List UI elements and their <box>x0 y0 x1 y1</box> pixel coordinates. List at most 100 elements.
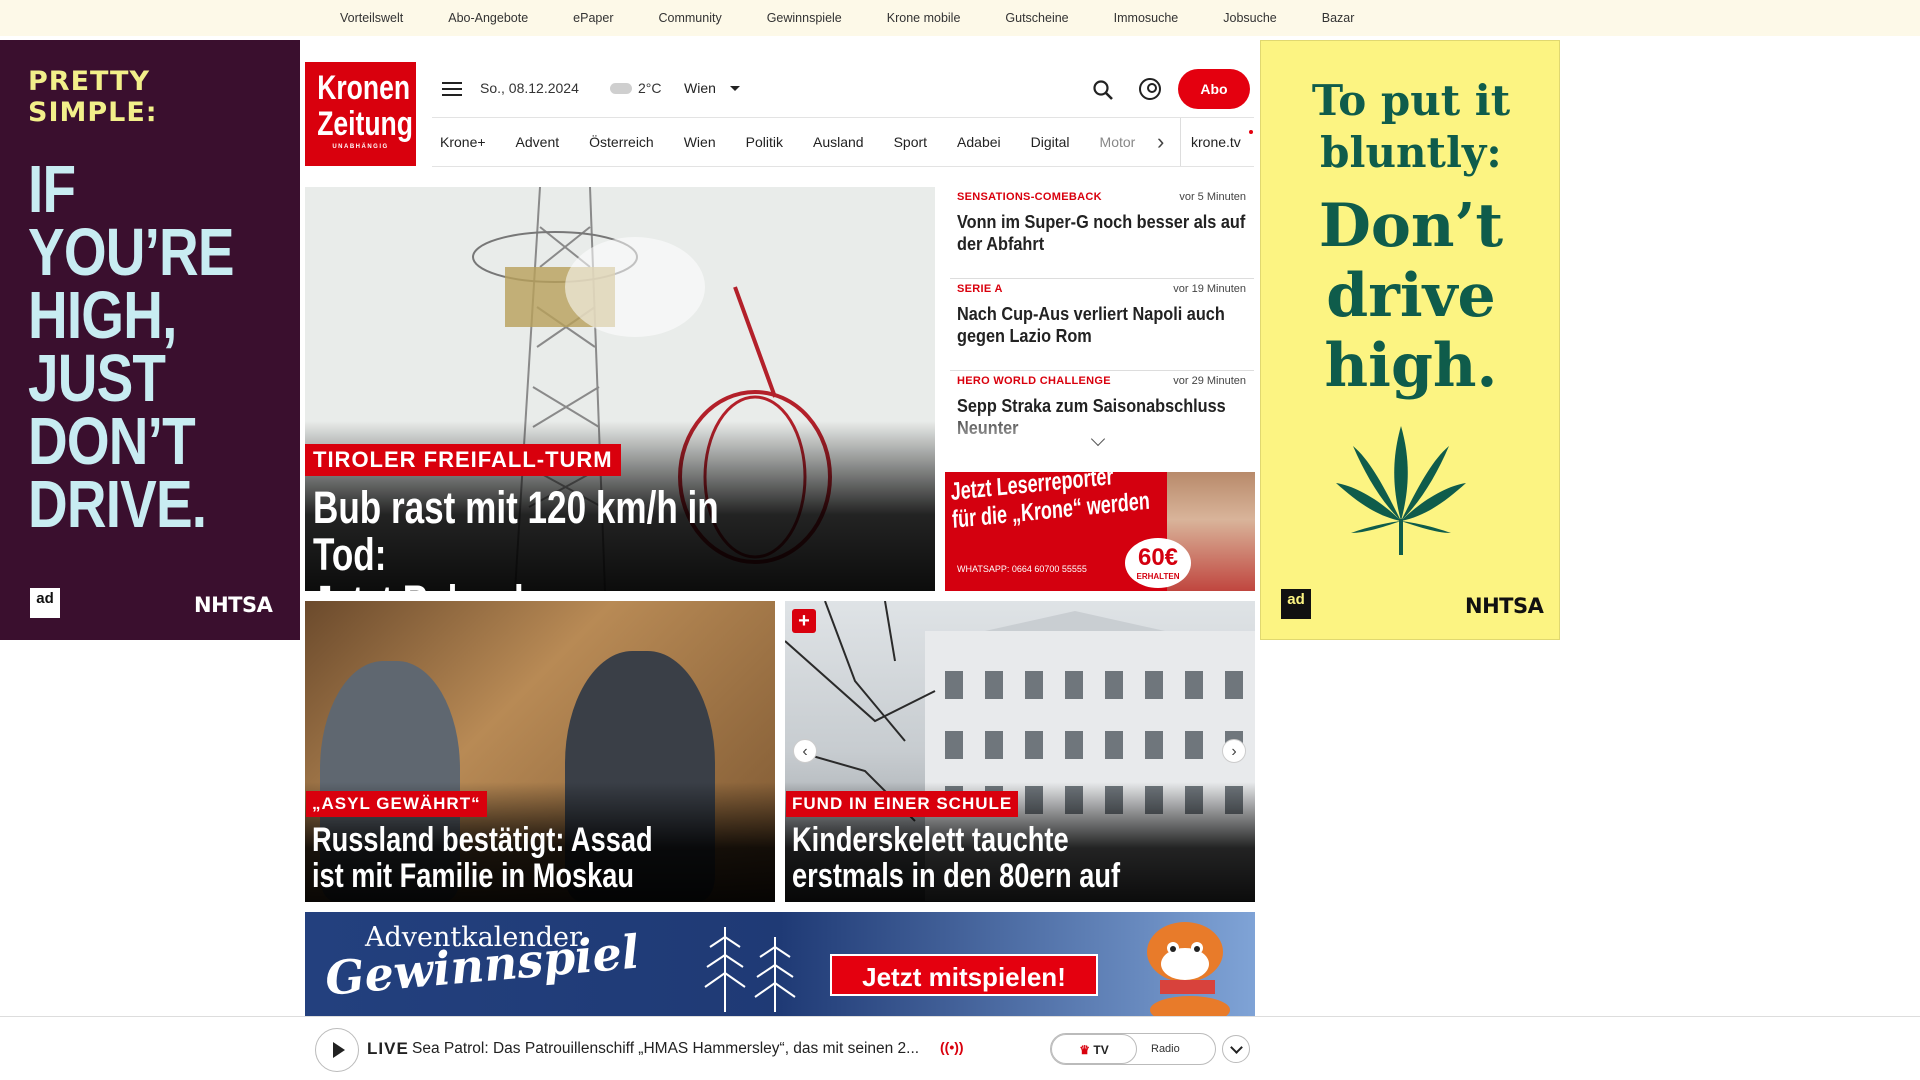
news-title: Vonn im Super-G noch besser als auf der … <box>957 211 1246 254</box>
logo-line-1: Kronen <box>317 69 411 107</box>
live-label: LIVE <box>367 1039 409 1058</box>
crown-icon: ♛ <box>1079 1043 1091 1057</box>
broadcast-icon: ((•)) <box>940 1039 964 1055</box>
card-tag: FUND IN EINER SCHULE <box>786 791 1019 817</box>
kronen-zeitung-logo[interactable]: Kronen Zeitung UNABHÄNGIG <box>305 62 416 166</box>
toplink-bazar[interactable]: Bazar <box>1322 11 1355 25</box>
ad-left-line: IF <box>28 152 76 227</box>
location-selector[interactable]: Wien <box>684 80 740 96</box>
news-time: vor 29 Minuten <box>1173 375 1246 387</box>
cannabis-leaf-icon <box>1336 426 1466 555</box>
reward-amount: 60€ <box>1137 544 1179 571</box>
ad-right-line: high. <box>1324 331 1498 401</box>
ad-council-logo: ad <box>1281 589 1311 619</box>
left-ad-banner[interactable]: PRETTY SIMPLE: IF YOU’RE HIGH, JUST DON’… <box>0 40 300 640</box>
live-player-bar: LIVE Sea Patrol: Das Patrouillenschiff „… <box>0 1016 1920 1080</box>
temperature: 2°C <box>638 80 662 96</box>
reporter-headline: Jetzt Leserreporter für die „Krone“ werd… <box>950 472 1183 534</box>
ad-right-intro: To put it bluntly: <box>1261 75 1561 179</box>
hero-headline-line: Bub rast mit 120 km/h in Tod: <box>313 482 719 580</box>
abo-button[interactable]: Abo <box>1178 69 1250 109</box>
ad-right-line: bluntly: <box>1320 128 1502 177</box>
ad-right-message: Don’t drive high. <box>1261 191 1561 401</box>
play-button[interactable] <box>315 1028 359 1072</box>
reward-badge: 60€ ERHALTEN <box>1125 538 1191 588</box>
toplink-gewinnspiele[interactable]: Gewinnspiele <box>767 11 842 25</box>
adventkalender-banner[interactable]: Adventkalender Gewinnspiel Jetzt mitspie… <box>305 912 1255 1016</box>
nav-item-advent[interactable]: Advent <box>516 134 560 150</box>
nav-item-wien[interactable]: Wien <box>684 134 716 150</box>
weather-widget[interactable]: 2°C <box>610 80 662 96</box>
toplink-jobsuche[interactable]: Jobsuche <box>1223 11 1277 25</box>
chevron-right-icon[interactable]: › <box>1157 131 1164 153</box>
search-icon[interactable] <box>1092 79 1114 101</box>
nhtsa-logo: NHTSA <box>194 593 273 617</box>
ad-council-logo: ad <box>30 588 60 618</box>
news-item[interactable]: SENSATIONS-COMEBACK vor 5 Minuten Vonn i… <box>950 187 1254 279</box>
nav-item-politik[interactable]: Politik <box>746 134 783 150</box>
card-tag: „ASYL GEWÄHRT“ <box>306 791 487 817</box>
ad-left-line: DRIVE. <box>28 467 207 542</box>
expand-player-button[interactable] <box>1222 1035 1250 1063</box>
card-headline-line: Russland bestätigt: Assad <box>312 821 653 859</box>
toplink-community[interactable]: Community <box>658 11 721 25</box>
live-program-title[interactable]: Sea Patrol: Das Patrouillenschiff „HMAS … <box>412 1040 919 1058</box>
hero-tag: TIROLER FREIFALL-TURM <box>305 444 621 476</box>
top-links-bar: Vorteilswelt Abo-Angebote ePaper Communi… <box>0 0 1920 36</box>
nav-item-digital[interactable]: Digital <box>1031 134 1070 150</box>
fox-mascot-icon <box>1147 922 1230 1016</box>
logo-line-2: Zeitung <box>317 105 413 143</box>
news-item[interactable]: SERIE A vor 19 Minuten Nach Cup-Aus verl… <box>950 279 1254 371</box>
ad-left-kicker-2: SIMPLE: <box>28 97 158 128</box>
jetzt-mitspielen-button[interactable]: Jetzt mitspielen! <box>830 954 1098 996</box>
ad-left-line: HIGH, <box>28 278 177 353</box>
toplink-immosuche[interactable]: Immosuche <box>1114 11 1179 25</box>
caret-down-icon <box>729 85 740 91</box>
ad-right-line: To put it <box>1311 76 1511 125</box>
leserreporter-ad[interactable]: Jetzt Leserreporter für die „Krone“ werd… <box>945 472 1255 591</box>
fir-trees-icon <box>704 927 796 1012</box>
whatsapp-number: WHATSAPP: 0664 60700 55555 <box>957 564 1087 574</box>
carousel-prev-button[interactable]: ‹ <box>793 739 817 763</box>
article-card-kinderskelett[interactable]: + ‹ › FUND IN EINER SCHULE Kinderskelett… <box>785 601 1255 902</box>
toplink-gutscheine[interactable]: Gutscheine <box>1005 11 1068 25</box>
card-headline-line: ist mit Familie in Moskau <box>312 857 634 895</box>
krone-plus-badge: + <box>792 609 816 633</box>
ad-right-line: drive <box>1326 261 1496 331</box>
toplink-abo-angebote[interactable]: Abo-Angebote <box>448 11 528 25</box>
card-headline-line: erstmals in den 80ern auf <box>792 857 1121 895</box>
nav-item-ausland[interactable]: Ausland <box>813 134 864 150</box>
hamburger-menu-icon[interactable] <box>442 82 462 98</box>
hero-article[interactable]: TIROLER FREIFALL-TURM Bub rast mit 120 k… <box>305 187 935 591</box>
main-navigation: Krone+ Advent Österreich Wien Politik Au… <box>432 117 1254 167</box>
tv-label: TV <box>1093 1043 1109 1057</box>
toplink-epaper[interactable]: ePaper <box>573 11 613 25</box>
logo-tagline: UNABHÄNGIG <box>332 144 389 150</box>
nav-item-oesterreich[interactable]: Österreich <box>589 134 654 150</box>
ad-left-line: YOU’RE <box>28 215 235 290</box>
ad-left-kicker-1: PRETTY <box>28 66 151 97</box>
header-bar: So., 08.12.2024 2°C Wien Abo <box>432 62 1254 117</box>
hero-headline: Bub rast mit 120 km/h in Tod: Jetzt Reko… <box>313 484 798 591</box>
nav-item-motor[interactable]: Motor <box>1100 134 1136 150</box>
toplink-vorteilswelt[interactable]: Vorteilswelt <box>340 11 403 25</box>
radio-option[interactable]: Radio <box>1151 1034 1180 1064</box>
hero-headline-line: Jetzt Rekord-Entschädigung! <box>313 578 798 591</box>
ad-left-message: IF YOU’RE HIGH, JUST DON’T DRIVE. <box>28 152 235 542</box>
right-ad-banner[interactable]: To put it bluntly: Don’t drive high. ad … <box>1260 40 1560 640</box>
nav-item-krone-plus[interactable]: Krone+ <box>440 134 486 150</box>
tv-option[interactable]: ♛ TV <box>1051 1034 1137 1064</box>
carousel-next-button[interactable]: › <box>1222 739 1246 763</box>
nav-item-adabei[interactable]: Adabei <box>957 134 1001 150</box>
cloud-icon <box>610 82 632 94</box>
ad-left-line: JUST <box>28 341 166 416</box>
news-time: vor 5 Minuten <box>1179 191 1246 203</box>
user-account-icon[interactable] <box>1139 78 1161 100</box>
toplink-krone-mobile[interactable]: Krone mobile <box>887 11 961 25</box>
tv-radio-toggle[interactable]: ♛ TV Radio <box>1050 1033 1216 1065</box>
article-card-assad[interactable]: „ASYL GEWÄHRT“ Russland bestätigt: Assad… <box>305 601 775 902</box>
nav-item-sport[interactable]: Sport <box>894 134 927 150</box>
current-date: So., 08.12.2024 <box>480 80 579 96</box>
nav-item-krone-tv[interactable]: krone.tv <box>1180 118 1241 166</box>
card-headline: Kinderskelett tauchte erstmals in den 80… <box>792 822 1120 894</box>
